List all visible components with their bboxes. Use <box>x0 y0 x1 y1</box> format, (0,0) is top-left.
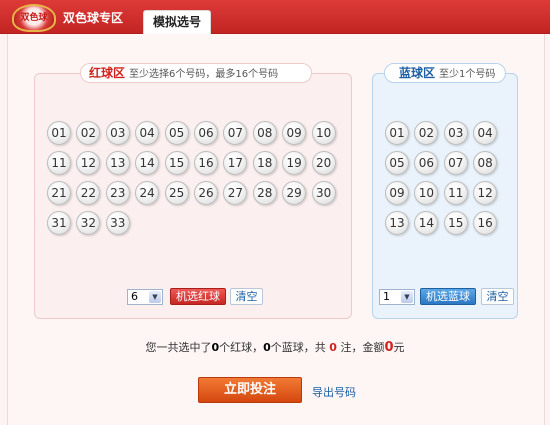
red-ball-13[interactable]: 13 <box>105 151 130 175</box>
submit-bet-button[interactable]: 立即投注 <box>198 377 302 403</box>
red-zone-hint: 至少选择6个号码，最多16个号码 <box>129 69 279 80</box>
red-ball-03[interactable]: 03 <box>105 121 130 145</box>
red-ball-26[interactable]: 26 <box>194 181 218 205</box>
blue-ball-05[interactable]: 05 <box>385 151 409 175</box>
blue-zone-hint: 至少1个号码 <box>439 69 496 80</box>
blue-ball-12[interactable]: 12 <box>473 181 498 205</box>
chevron-down-icon: ▼ <box>401 291 413 303</box>
red-zone-title: 红球区 <box>89 66 126 80</box>
blue-ball-13[interactable]: 13 <box>385 211 409 235</box>
red-ball-18[interactable]: 18 <box>252 151 277 175</box>
blue-count-select[interactable]: 1 ▼ <box>379 289 415 305</box>
chevron-down-icon: ▼ <box>149 291 161 303</box>
clear-red-button[interactable]: 清空 <box>230 288 263 305</box>
red-ball-14[interactable]: 14 <box>135 151 160 175</box>
blue-ball-16[interactable]: 16 <box>473 211 498 235</box>
red-count: 0 <box>211 341 220 354</box>
export-numbers-link[interactable]: 导出号码 <box>312 384 356 400</box>
red-ball-04[interactable]: 04 <box>135 121 160 145</box>
red-ball-09[interactable]: 09 <box>282 121 307 145</box>
red-ball-24[interactable]: 24 <box>135 181 160 205</box>
red-ball-20[interactable]: 20 <box>311 151 336 175</box>
random-blue-button[interactable]: 机选蓝球 <box>420 288 476 305</box>
summary-bet-label: 注，金额 <box>336 341 385 354</box>
summary-prefix: 您一共选中了 <box>145 341 212 354</box>
red-ball-01[interactable]: 01 <box>47 121 71 145</box>
red-ball-10[interactable]: 10 <box>311 121 336 145</box>
blue-ball-01[interactable]: 01 <box>385 121 409 145</box>
red-ball-19[interactable]: 19 <box>282 151 307 175</box>
red-ball-06[interactable]: 06 <box>194 121 218 145</box>
red-ball-29[interactable]: 29 <box>282 181 307 205</box>
red-ball-05[interactable]: 05 <box>164 121 189 145</box>
summary-blue-label: 个蓝球，共 <box>270 341 330 354</box>
blue-ball-15[interactable]: 15 <box>443 211 468 235</box>
red-ball-15[interactable]: 15 <box>164 151 189 175</box>
red-count-select[interactable]: 6 ▼ <box>127 289 163 305</box>
red-ball-25[interactable]: 25 <box>164 181 189 205</box>
red-ball-21[interactable]: 21 <box>47 181 71 205</box>
bet-count: 0 <box>329 341 337 354</box>
red-zone-legend: 红球区 至少选择6个号码，最多16个号码 <box>80 63 312 83</box>
red-ball-08[interactable]: 08 <box>252 121 277 145</box>
red-ball-30[interactable]: 30 <box>311 181 336 205</box>
summary-red-label: 个红球， <box>219 341 264 354</box>
red-count-value: 6 <box>131 290 138 303</box>
red-ball-33[interactable]: 33 <box>105 211 130 235</box>
tab-simulate-pick[interactable]: 模拟选号 <box>143 10 211 35</box>
lottery-logo: 双色球 <box>12 4 56 32</box>
summary-unit: 元 <box>393 341 405 354</box>
red-ball-23[interactable]: 23 <box>105 181 130 205</box>
top-bar: 双色球 双色球专区 模拟选号 <box>0 0 550 35</box>
blue-ball-03[interactable]: 03 <box>443 121 468 145</box>
blue-ball-08[interactable]: 08 <box>473 151 498 175</box>
red-ball-11[interactable]: 11 <box>47 151 71 175</box>
blue-ball-04[interactable]: 04 <box>473 121 498 145</box>
blue-ball-11[interactable]: 11 <box>443 181 468 205</box>
amount: 0 <box>384 340 394 355</box>
tab-lottery-zone[interactable]: 双色球专区 <box>63 9 123 26</box>
red-ball-16[interactable]: 16 <box>194 151 218 175</box>
blue-zone-title: 蓝球区 <box>399 66 436 80</box>
clear-blue-button[interactable]: 清空 <box>481 288 514 305</box>
red-ball-31[interactable]: 31 <box>47 211 71 235</box>
random-red-button[interactable]: 机选红球 <box>170 288 226 305</box>
blue-ball-07[interactable]: 07 <box>443 151 468 175</box>
blue-count: 0 <box>263 341 271 354</box>
selection-summary: 您一共选中了0个红球，0个蓝球，共 0 注，金额0元 <box>0 339 550 355</box>
blue-count-value: 1 <box>383 290 390 303</box>
blue-ball-09[interactable]: 09 <box>385 181 409 205</box>
blue-zone-legend: 蓝球区 至少1个号码 <box>384 63 506 83</box>
red-ball-28[interactable]: 28 <box>252 181 277 205</box>
